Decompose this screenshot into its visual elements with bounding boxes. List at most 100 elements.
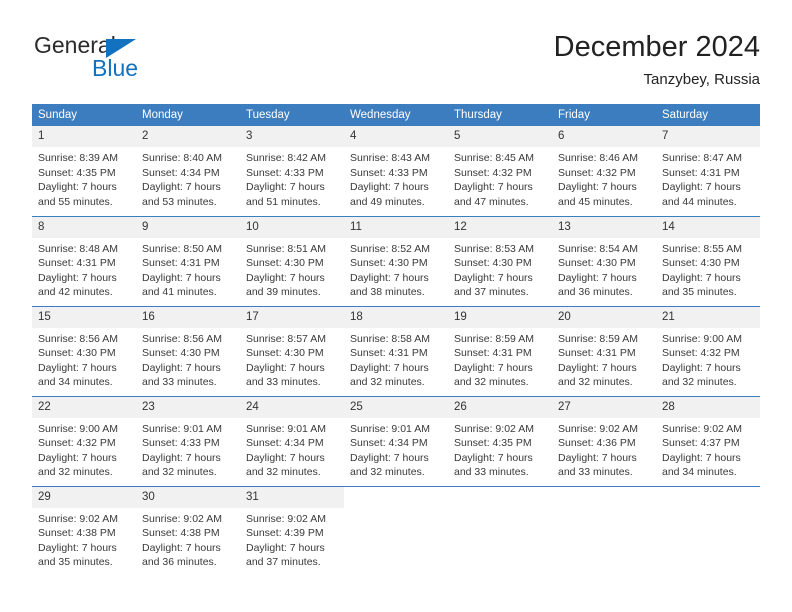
weekday-header-sunday: Sunday: [32, 104, 136, 126]
daylight-text-line2: and 35 minutes.: [662, 286, 737, 299]
sunset-text: Sunset: 4:35 PM: [38, 166, 116, 179]
day-details: Sunrise: 9:02 AM Sunset: 4:39 PM Daylight:…: [240, 508, 344, 570]
daylight-text-line1: Daylight: 7 hours: [558, 361, 637, 374]
day-details: Sunrise: 8:58 AM Sunset: 4:31 PM Daylight:…: [344, 328, 448, 390]
day-number: 23: [136, 396, 240, 418]
calendar-day-cell[interactable]: 9 Sunrise: 8:50 AM Sunset: 4:31 PM Daylight…: [136, 215, 240, 306]
calendar-day-cell[interactable]: 31 Sunrise: 9:02 AM Sunset: 4:39 PM Dayligh…: [240, 485, 344, 576]
calendar-day-cell[interactable]: 3 Sunrise: 8:42 AM Sunset: 4:33 PM Daylight…: [240, 126, 344, 216]
daylight-text-line2: and 36 minutes.: [558, 286, 633, 299]
calendar-day-cell[interactable]: 15 Sunrise: 8:56 AM Sunset: 4:30 PM Dayligh…: [32, 305, 136, 396]
day-number: 1: [32, 126, 136, 147]
daylight-text-line2: and 36 minutes.: [142, 556, 217, 569]
day-details: Sunrise: 8:52 AM Sunset: 4:30 PM Daylight:…: [344, 238, 448, 300]
sunrise-text: Sunrise: 8:40 AM: [142, 152, 222, 164]
day-details: Sunrise: 8:59 AM Sunset: 4:31 PM Daylight:…: [552, 328, 656, 390]
daylight-text-line2: and 32 minutes.: [350, 376, 425, 389]
calendar-day-cell[interactable]: 28 Sunrise: 9:02 AM Sunset: 4:37 PM Dayligh…: [656, 395, 760, 486]
calendar-day-cell[interactable]: 23 Sunrise: 9:01 AM Sunset: 4:33 PM Dayligh…: [136, 395, 240, 486]
day-number: 21: [656, 306, 760, 328]
daylight-text-line2: and 42 minutes.: [38, 286, 113, 299]
calendar-day-cell[interactable]: 8 Sunrise: 8:48 AM Sunset: 4:31 PM Daylight…: [32, 215, 136, 306]
day-number: [552, 487, 656, 508]
calendar-grid: Sunday Monday Tuesday Wednesday Thursday Frid…: [32, 104, 760, 576]
sunrise-text: Sunrise: 8:51 AM: [246, 242, 326, 255]
daylight-text-line1: Daylight: 7 hours: [558, 451, 637, 464]
general-blue-logo[interactable]: General Blue: [34, 32, 264, 88]
calendar-day-cell[interactable]: 22 Sunrise: 9:00 AM Sunset: 4:32 PM Dayligh…: [32, 395, 136, 486]
day-number: [344, 487, 448, 508]
daylight-text-line2: and 45 minutes.: [558, 195, 633, 208]
weekday-header-friday: Friday: [552, 104, 656, 126]
sunrise-text: Sunrise: 9:02 AM: [246, 512, 326, 525]
day-number: 30: [136, 486, 240, 508]
weekday-header-monday: Monday: [136, 104, 240, 126]
calendar-day-cell[interactable]: 30 Sunrise: 9:02 AM Sunset: 4:38 PM Dayligh…: [136, 485, 240, 576]
daylight-text-line1: Daylight: 7 hours: [246, 451, 325, 464]
day-details: Sunrise: 9:01 AM Sunset: 4:34 PM Daylight:…: [240, 418, 344, 480]
day-number: 11: [344, 216, 448, 238]
day-details: Sunrise: 8:56 AM Sunset: 4:30 PM Daylight:…: [136, 328, 240, 390]
sunset-text: Sunset: 4:37 PM: [662, 437, 740, 450]
calendar-day-cell[interactable]: 18 Sunrise: 8:58 AM Sunset: 4:31 PM Dayligh…: [344, 305, 448, 396]
calendar-day-cell[interactable]: 6 Sunrise: 8:46 AM Sunset: 4:32 PM Daylight…: [552, 126, 656, 216]
calendar-day-cell[interactable]: 17 Sunrise: 8:57 AM Sunset: 4:30 PM Dayligh…: [240, 305, 344, 396]
day-number: 19: [448, 306, 552, 328]
daylight-text-line1: Daylight: 7 hours: [350, 451, 429, 464]
calendar-day-cell[interactable]: 2 Sunrise: 8:40 AM Sunset: 4:34 PM Daylight…: [136, 126, 240, 216]
day-details: Sunrise: 8:39 AM Sunset: 4:35 PM Daylight:…: [32, 147, 136, 209]
daylight-text-line1: Daylight: 7 hours: [350, 271, 429, 284]
daylight-text-line1: Daylight: 7 hours: [350, 361, 429, 374]
day-details: Sunrise: 8:43 AM Sunset: 4:33 PM Daylight:…: [344, 147, 448, 209]
calendar-day-cell[interactable]: 29 Sunrise: 9:02 AM Sunset: 4:38 PM Dayligh…: [32, 485, 136, 576]
day-number: 16: [136, 306, 240, 328]
sunset-text: Sunset: 4:32 PM: [662, 347, 740, 360]
sunset-text: Sunset: 4:34 PM: [246, 437, 324, 450]
calendar-day-cell[interactable]: 20 Sunrise: 8:59 AM Sunset: 4:31 PM Dayligh…: [552, 305, 656, 396]
daylight-text-line1: Daylight: 7 hours: [246, 541, 325, 554]
calendar-day-cell[interactable]: 10 Sunrise: 8:51 AM Sunset: 4:30 PM Dayligh…: [240, 215, 344, 306]
sunrise-text: Sunrise: 8:55 AM: [662, 242, 742, 255]
calendar-day-cell[interactable]: 27 Sunrise: 9:02 AM Sunset: 4:36 PM Dayligh…: [552, 395, 656, 486]
calendar-day-cell[interactable]: 25 Sunrise: 9:01 AM Sunset: 4:34 PM Dayligh…: [344, 395, 448, 486]
calendar-day-cell[interactable]: 16 Sunrise: 8:56 AM Sunset: 4:30 PM Dayligh…: [136, 305, 240, 396]
sunrise-text: Sunrise: 8:58 AM: [350, 332, 430, 345]
calendar-day-cell[interactable]: 1 Sunrise: 8:39 AM Sunset: 4:35 PM Daylight…: [32, 126, 136, 216]
daylight-text-line2: and 38 minutes.: [350, 286, 425, 299]
day-details: Sunrise: 8:50 AM Sunset: 4:31 PM Daylight:…: [136, 238, 240, 300]
day-details: Sunrise: 8:48 AM Sunset: 4:31 PM Daylight:…: [32, 238, 136, 300]
sunrise-text: Sunrise: 9:02 AM: [454, 422, 534, 435]
sunrise-text: Sunrise: 9:00 AM: [38, 422, 118, 435]
daylight-text-line2: and 32 minutes.: [350, 466, 425, 479]
sunrise-text: Sunrise: 8:39 AM: [38, 152, 118, 164]
calendar-week-row: 29 Sunrise: 9:02 AM Sunset: 4:38 PM Dayligh…: [32, 485, 760, 576]
day-details: Sunrise: 8:59 AM Sunset: 4:31 PM Daylight:…: [448, 328, 552, 390]
daylight-text-line2: and 47 minutes.: [454, 195, 529, 208]
sunset-text: Sunset: 4:39 PM: [246, 527, 324, 540]
calendar-day-cell[interactable]: 11 Sunrise: 8:52 AM Sunset: 4:30 PM Dayligh…: [344, 215, 448, 306]
calendar-day-cell[interactable]: 13 Sunrise: 8:54 AM Sunset: 4:30 PM Dayligh…: [552, 215, 656, 306]
calendar-day-cell[interactable]: 24 Sunrise: 9:01 AM Sunset: 4:34 PM Dayligh…: [240, 395, 344, 486]
sunset-text: Sunset: 4:31 PM: [662, 166, 740, 179]
sunrise-text: Sunrise: 8:45 AM: [454, 152, 534, 164]
sunset-text: Sunset: 4:31 PM: [558, 347, 636, 360]
calendar-day-cell[interactable]: 26 Sunrise: 9:02 AM Sunset: 4:35 PM Dayligh…: [448, 395, 552, 486]
calendar-day-cell[interactable]: 5 Sunrise: 8:45 AM Sunset: 4:32 PM Daylight…: [448, 126, 552, 216]
calendar-day-cell[interactable]: 21 Sunrise: 9:00 AM Sunset: 4:32 PM Dayligh…: [656, 305, 760, 396]
calendar-day-cell[interactable]: 19 Sunrise: 8:59 AM Sunset: 4:31 PM Dayligh…: [448, 305, 552, 396]
sunset-text: Sunset: 4:33 PM: [246, 166, 324, 179]
calendar-day-cell[interactable]: 14 Sunrise: 8:55 AM Sunset: 4:30 PM Dayligh…: [656, 215, 760, 306]
sunrise-text: Sunrise: 8:48 AM: [38, 242, 118, 255]
sunset-text: Sunset: 4:35 PM: [454, 437, 532, 450]
sunrise-text: Sunrise: 8:50 AM: [142, 242, 222, 255]
day-details: Sunrise: 9:00 AM Sunset: 4:32 PM Daylight:…: [32, 418, 136, 480]
calendar-day-cell[interactable]: 4 Sunrise: 8:43 AM Sunset: 4:33 PM Daylight…: [344, 126, 448, 216]
daylight-text-line1: Daylight: 7 hours: [454, 181, 533, 194]
day-number: 28: [656, 396, 760, 418]
calendar-day-cell[interactable]: 7 Sunrise: 8:47 AM Sunset: 4:31 PM Daylight…: [656, 126, 760, 216]
calendar-day-cell[interactable]: 12 Sunrise: 8:53 AM Sunset: 4:30 PM Dayligh…: [448, 215, 552, 306]
day-number: 22: [32, 396, 136, 418]
sunrise-text: Sunrise: 8:59 AM: [558, 332, 638, 345]
page-subtitle: Tanzybey, Russia: [643, 71, 760, 88]
day-number: 2: [136, 126, 240, 147]
